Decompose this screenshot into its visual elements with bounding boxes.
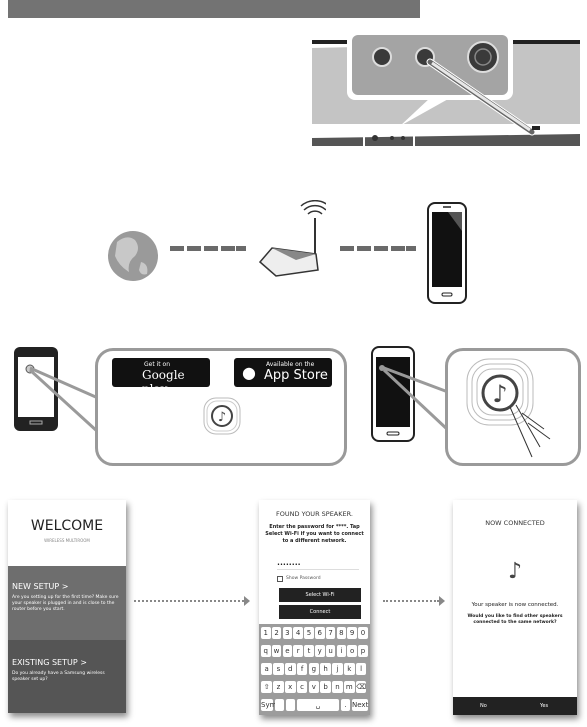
keyboard-key[interactable]: 7 <box>325 627 336 639</box>
keyboard-key[interactable]: x <box>285 681 296 693</box>
keyboard-key[interactable]: 3 <box>282 627 293 639</box>
keyboard-key[interactable] <box>286 699 295 711</box>
speaker-ports-illustration <box>312 26 580 148</box>
keyboard-key[interactable]: c <box>296 681 308 693</box>
onscreen-keyboard: 1 2 3 4 5 6 7 8 9 0 q w e r t y u i o p a s d f g h j k l ⇧ z x c v b n m ⌫ Sy… <box>259 624 370 715</box>
keyboard-key[interactable]: ⇧ <box>261 681 272 693</box>
keyboard-key[interactable]: 4 <box>293 627 303 639</box>
badge-big-text: App Store <box>264 368 328 383</box>
keyboard-key[interactable]: w <box>271 645 282 657</box>
keyboard-key[interactable]: Sym <box>261 699 276 711</box>
keyboard-key[interactable]: 1 <box>261 627 271 639</box>
show-password-label: Show Password <box>286 576 321 581</box>
power-port-icon <box>467 41 499 73</box>
keyboard-key[interactable]: i <box>336 645 347 657</box>
keyboard-key[interactable]: o <box>347 645 357 657</box>
multiroom-app-icon[interactable]: ♪ <box>202 396 242 436</box>
music-note-icon: ♪ <box>507 559 523 584</box>
keyboard-key[interactable]: p <box>358 645 368 657</box>
keyboard-key[interactable]: 5 <box>304 627 314 639</box>
keyboard-key[interactable]: e <box>282 645 293 657</box>
keyboard-key[interactable]: 2 <box>271 627 282 639</box>
keyboard-key[interactable]: b <box>320 681 331 693</box>
show-password-checkbox[interactable] <box>277 576 283 582</box>
keyboard-key[interactable]: r <box>293 645 303 657</box>
welcome-title: WELCOME <box>30 518 104 534</box>
welcome-screen: WELCOME WIRELESS MULTIROOM NEW SETUP > A… <box>8 500 126 713</box>
keyboard-key[interactable]: t <box>304 645 314 657</box>
connected-title: NOW CONNECTED <box>485 519 545 527</box>
keyboard-key[interactable]: k <box>344 663 355 675</box>
keyboard-key[interactable]: . <box>341 699 350 711</box>
keyboard-key[interactable]: n <box>332 681 343 693</box>
keyboard-key[interactable] <box>275 699 284 711</box>
app-store-badge[interactable]: ● Available on the App Store <box>234 358 332 387</box>
svg-text:♪: ♪ <box>492 380 507 408</box>
password-input[interactable]: •••••••• <box>277 562 359 570</box>
keyboard-key[interactable]: g <box>308 663 320 675</box>
keyboard-key[interactable]: ⌫ <box>355 681 367 693</box>
flow-arrow <box>134 600 244 602</box>
keyboard-key[interactable]: q <box>261 645 271 657</box>
keyboard-key[interactable]: 9 <box>347 627 357 639</box>
tap-app-icon[interactable]: ♪ <box>462 357 572 463</box>
callout-pointer <box>28 366 100 434</box>
yes-button[interactable]: Yes <box>540 703 548 709</box>
new-setup-button[interactable]: NEW SETUP > Are you setting up for the f… <box>8 566 126 640</box>
keyboard-key[interactable]: z <box>273 681 284 693</box>
app-launch-callout: ♪ <box>445 348 581 466</box>
connected-message: Your speaker is now connected. <box>471 602 559 608</box>
internet-globe-icon <box>108 231 158 281</box>
apple-logo-icon: ● <box>242 363 256 382</box>
port-icon <box>372 47 392 67</box>
found-title: FOUND YOUR SPEAKER. <box>276 510 353 518</box>
keyboard-key[interactable]: a <box>261 663 272 675</box>
found-speaker-screen: FOUND YOUR SPEAKER. Enter the password f… <box>259 500 370 715</box>
existing-setup-label: EXISTING SETUP > <box>12 658 87 667</box>
new-setup-label: NEW SETUP > <box>12 582 69 591</box>
keyboard-key[interactable]: 8 <box>336 627 347 639</box>
callout-pointer <box>382 366 450 432</box>
now-connected-screen: NOW CONNECTED ♪ Your speaker is now conn… <box>453 500 577 715</box>
existing-setup-button[interactable]: EXISTING SETUP > Do you already have a S… <box>8 640 126 713</box>
app-download-callout: Get it on Google play ● Available on the… <box>95 348 347 466</box>
keyboard-key[interactable]: y <box>315 645 325 657</box>
google-play-badge[interactable]: Get it on Google play <box>112 358 210 396</box>
section-header-bar <box>8 0 420 18</box>
no-button[interactable]: No <box>480 703 487 709</box>
keyboard-key[interactable]: u <box>325 645 336 657</box>
keyboard-key[interactable]: 0 <box>358 627 368 639</box>
keyboard-key[interactable]: s <box>273 663 284 675</box>
keyboard-key[interactable]: m <box>344 681 355 693</box>
flow-arrow <box>383 600 439 602</box>
found-message: Enter the password for ****. Tap Select … <box>265 524 364 544</box>
keyboard-key[interactable]: d <box>285 663 296 675</box>
badge-big-text: Google play <box>142 368 185 396</box>
svg-text:♪: ♪ <box>218 410 226 425</box>
keyboard-key[interactable]: Next <box>352 699 368 711</box>
keyboard-key[interactable]: j <box>332 663 343 675</box>
keyboard-key[interactable]: h <box>320 663 331 675</box>
arrow-head-icon <box>244 596 250 606</box>
arrow-head-icon <box>439 596 445 606</box>
select-wifi-button[interactable]: Select Wi-Fi <box>279 588 361 602</box>
existing-setup-desc: Do you already have a Samsung wireless s… <box>12 671 105 682</box>
new-setup-desc: Are you setting up for the first time? M… <box>12 595 119 612</box>
welcome-subtitle: WIRELESS MULTIROOM <box>44 538 90 543</box>
keyboard-key[interactable]: v <box>308 681 320 693</box>
keyboard-key[interactable]: ␣ <box>297 699 339 711</box>
connect-button[interactable]: Connect <box>279 605 361 619</box>
badge-small-text: Available on the <box>266 361 315 368</box>
badge-small-text: Get it on <box>144 361 171 368</box>
connected-question: Would you like to find other speakers co… <box>467 614 563 625</box>
keyboard-key[interactable]: f <box>296 663 308 675</box>
wireless-router-icon <box>258 200 326 277</box>
keyboard-key[interactable]: 6 <box>315 627 325 639</box>
smartphone-icon <box>427 202 467 304</box>
keyboard-key[interactable]: l <box>355 663 367 675</box>
